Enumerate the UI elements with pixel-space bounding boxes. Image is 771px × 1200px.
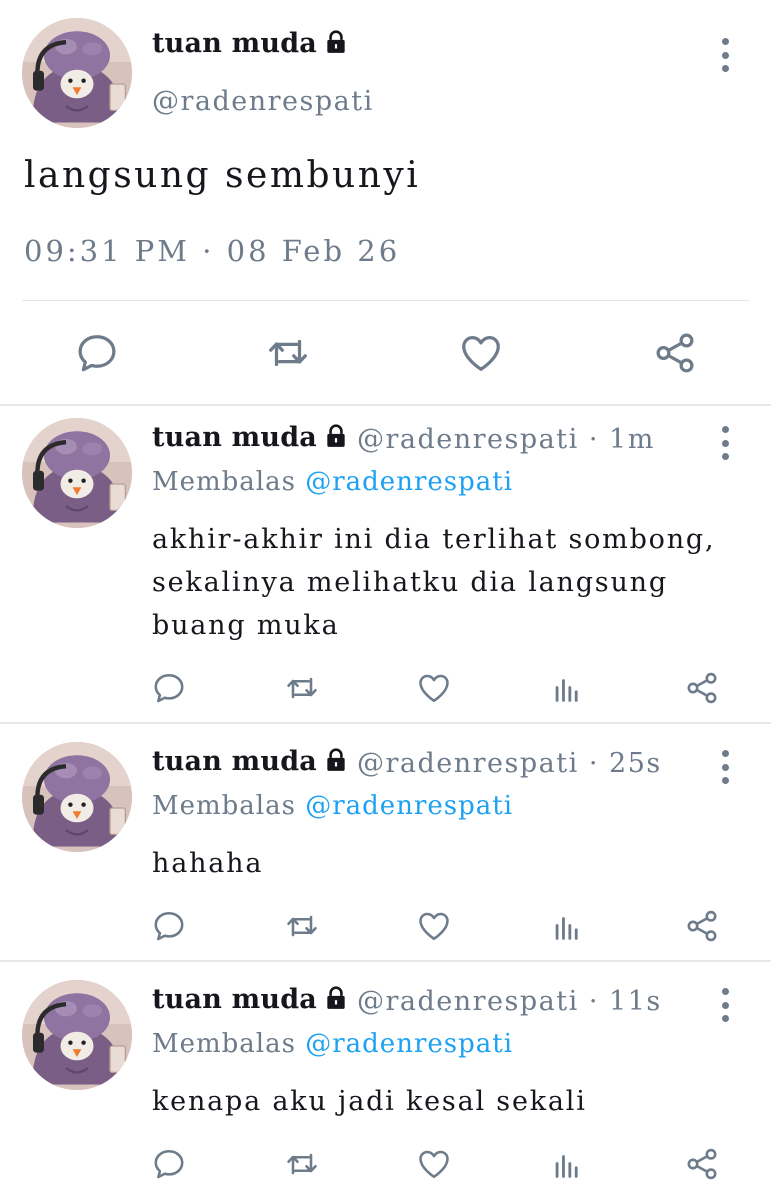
reply-icon[interactable] (151, 908, 187, 944)
tweet-text: kenapa aku jadi kesal sekali (152, 1086, 587, 1117)
reply-icon[interactable] (74, 330, 120, 376)
author-name-text: tuan muda (152, 28, 317, 59)
more-options-icon[interactable] (715, 750, 735, 784)
author-name-text: tuan muda (152, 984, 317, 1015)
avatar[interactable] (22, 980, 132, 1090)
lock-icon (323, 423, 349, 456)
heart-icon[interactable] (458, 330, 504, 376)
author-handle[interactable]: @radenrespati (152, 86, 374, 117)
tweet-meta[interactable]: @radenrespati · 11s (357, 986, 662, 1017)
reply-icon[interactable] (151, 1146, 187, 1182)
lock-icon (323, 29, 349, 62)
replying-to: Membalas @radenrespati (152, 1029, 513, 1059)
divider (0, 960, 771, 962)
tweet-meta[interactable]: @radenrespati · 25s (357, 748, 662, 779)
retweet-icon[interactable] (283, 1146, 321, 1182)
views-icon[interactable] (550, 1148, 584, 1182)
author-name[interactable]: tuan muda (152, 422, 349, 456)
avatar[interactable] (22, 18, 132, 128)
tweet-timestamp[interactable]: 09:31 PM · 08 Feb 26 (24, 234, 400, 268)
author-name[interactable]: tuan muda (152, 746, 349, 780)
views-icon[interactable] (550, 910, 584, 944)
retweet-icon[interactable] (283, 908, 321, 944)
share-icon[interactable] (684, 670, 720, 706)
share-icon[interactable] (684, 908, 720, 944)
views-icon[interactable] (550, 672, 584, 706)
reply-icon[interactable] (151, 670, 187, 706)
share-icon[interactable] (684, 1146, 720, 1182)
divider (0, 404, 771, 406)
author-name[interactable]: tuan muda (152, 984, 349, 1018)
more-options-icon[interactable] (715, 426, 735, 460)
tweet-text: langsung sembunyi (24, 155, 421, 196)
share-icon[interactable] (652, 330, 698, 376)
avatar[interactable] (22, 742, 132, 852)
more-options-icon[interactable] (715, 988, 735, 1022)
lock-icon (323, 747, 349, 780)
replying-to: Membalas @radenrespati (152, 467, 513, 497)
heart-icon[interactable] (416, 670, 452, 706)
retweet-icon[interactable] (283, 670, 321, 706)
author-name[interactable]: tuan muda (152, 28, 349, 62)
avatar[interactable] (22, 418, 132, 528)
mention-link[interactable]: @radenrespati (305, 467, 513, 497)
tweet-meta[interactable]: @radenrespati · 1m (357, 424, 655, 455)
retweet-icon[interactable] (264, 330, 312, 376)
lock-icon (323, 985, 349, 1018)
author-name-text: tuan muda (152, 422, 317, 453)
tweet-text: hahaha (152, 848, 264, 879)
mention-link[interactable]: @radenrespati (305, 791, 513, 821)
more-options-icon[interactable] (715, 38, 735, 72)
replying-to-label: Membalas (152, 1029, 306, 1059)
heart-icon[interactable] (416, 1146, 452, 1182)
replying-to-label: Membalas (152, 791, 306, 821)
heart-icon[interactable] (416, 908, 452, 944)
divider (0, 722, 771, 724)
divider (22, 300, 749, 301)
replying-to: Membalas @radenrespati (152, 791, 513, 821)
mention-link[interactable]: @radenrespati (305, 1029, 513, 1059)
replying-to-label: Membalas (152, 467, 306, 497)
tweet-text: akhir-akhir ini dia terlihat sombong, se… (152, 524, 716, 641)
author-name-text: tuan muda (152, 746, 317, 777)
